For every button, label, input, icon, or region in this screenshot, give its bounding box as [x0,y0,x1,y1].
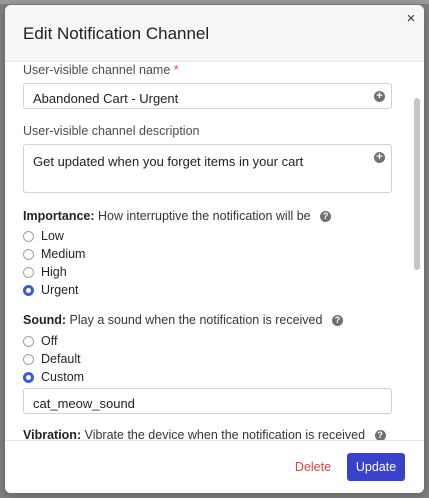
channel-name-label-text: User-visible channel name [23,63,171,77]
importance-label: Importance: How interruptive the notific… [23,209,332,223]
radio-button-selected[interactable] [23,285,34,296]
scrollbar-thumb[interactable] [414,98,420,270]
radio-button-selected[interactable] [23,372,34,383]
importance-description: How interruptive the notification will b… [98,209,311,223]
sound-description: Play a sound when the notification is re… [69,313,323,327]
add-variable-icon[interactable]: + [374,91,385,102]
channel-name-input[interactable]: Abandoned Cart - Urgent + [23,83,392,109]
channel-description-input[interactable]: Get updated when you forget items in you… [23,144,392,193]
radio-button[interactable] [23,336,34,347]
dialog-title: Edit Notification Channel [23,24,210,43]
custom-sound-input[interactable]: cat_meow_sound [23,388,392,414]
radio-button[interactable] [23,354,34,365]
channel-description-value: Get updated when you forget items in you… [33,154,304,169]
radio-label: Default [41,352,81,366]
radio-label: Off [41,334,58,348]
channel-name-value: Abandoned Cart - Urgent [33,91,179,106]
channel-description-label: User-visible channel description [23,124,200,138]
backdrop-top [0,0,429,4]
sound-label: Sound: Play a sound when the notificatio… [23,313,343,327]
radio-label: High [41,265,67,279]
radio-button[interactable] [23,249,34,260]
edit-notification-channel-dialog: Edit Notification Channel × User-visible… [5,5,424,493]
delete-button[interactable]: Delete [291,455,335,479]
radio-label: Urgent [41,283,79,297]
custom-sound-value: cat_meow_sound [33,396,135,411]
add-variable-icon[interactable]: + [374,152,385,163]
update-button[interactable]: Update [347,453,405,481]
radio-button[interactable] [23,267,34,278]
channel-name-label: User-visible channel name * [23,63,179,77]
dialog-footer: Delete Update [5,440,424,493]
required-marker: * [173,63,179,77]
radio-label: Medium [41,247,86,261]
importance-title: Importance: [23,209,95,223]
sound-title: Sound: [23,313,67,327]
radio-label: Custom [41,370,85,384]
vibration-description: Vibrate the device when the notification… [84,428,366,440]
radio-label: Low [41,229,64,243]
help-icon[interactable]: ? [331,315,343,326]
dialog-body[interactable]: User-visible channel name * Abandoned Ca… [5,62,424,440]
help-icon[interactable]: ? [374,430,386,440]
close-icon[interactable]: × [403,11,419,27]
help-icon[interactable]: ? [320,211,332,222]
dialog-header: Edit Notification Channel × [5,5,424,62]
radio-button[interactable] [23,231,34,242]
vibration-title: Vibration: [23,428,82,440]
vibration-label: Vibration: Vibrate the device when the n… [23,428,386,440]
